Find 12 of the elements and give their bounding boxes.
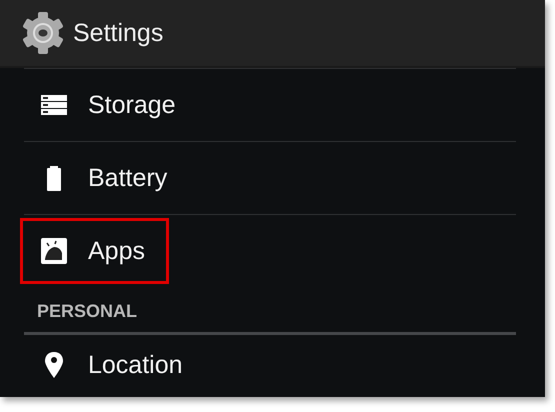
item-label: Storage <box>88 90 176 120</box>
settings-item[interactable]: Apps <box>20 218 169 284</box>
settings-icon <box>21 11 65 55</box>
settings-item[interactable]: Location <box>20 332 207 397</box>
item-label: Apps <box>88 236 145 266</box>
item-label: Battery <box>88 164 168 192</box>
section-header: PERSONAL <box>24 287 516 335</box>
settings-item[interactable]: Battery <box>20 145 192 211</box>
apps-icon <box>40 237 68 265</box>
item-label: Location <box>88 350 183 380</box>
settings-item[interactable]: Storage <box>20 72 200 138</box>
window-title: Settings <box>73 18 164 48</box>
